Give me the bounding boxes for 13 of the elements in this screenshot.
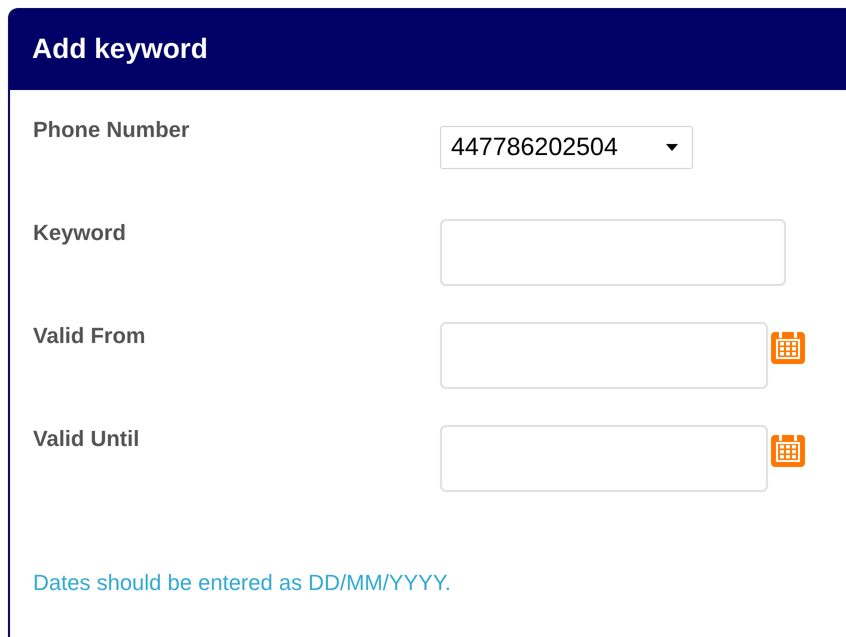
calendar-icon[interactable] xyxy=(770,432,806,468)
date-input[interactable] xyxy=(440,322,768,389)
field-label: Keyword xyxy=(33,219,127,247)
phone-number-select[interactable]: 447786202504 xyxy=(440,126,693,169)
dialog-title: Add keyword xyxy=(32,32,208,66)
dropdown-caret-icon xyxy=(666,144,678,151)
field-label: Valid From xyxy=(33,322,146,350)
date-input[interactable] xyxy=(440,425,768,492)
field-label: Phone Number xyxy=(33,116,190,144)
date-format-note: Dates should be entered as DD/MM/YYYY. xyxy=(33,569,452,597)
calendar-icon[interactable] xyxy=(770,329,806,365)
keyword-input[interactable] xyxy=(440,219,786,286)
field-label: Valid Until xyxy=(33,425,140,453)
